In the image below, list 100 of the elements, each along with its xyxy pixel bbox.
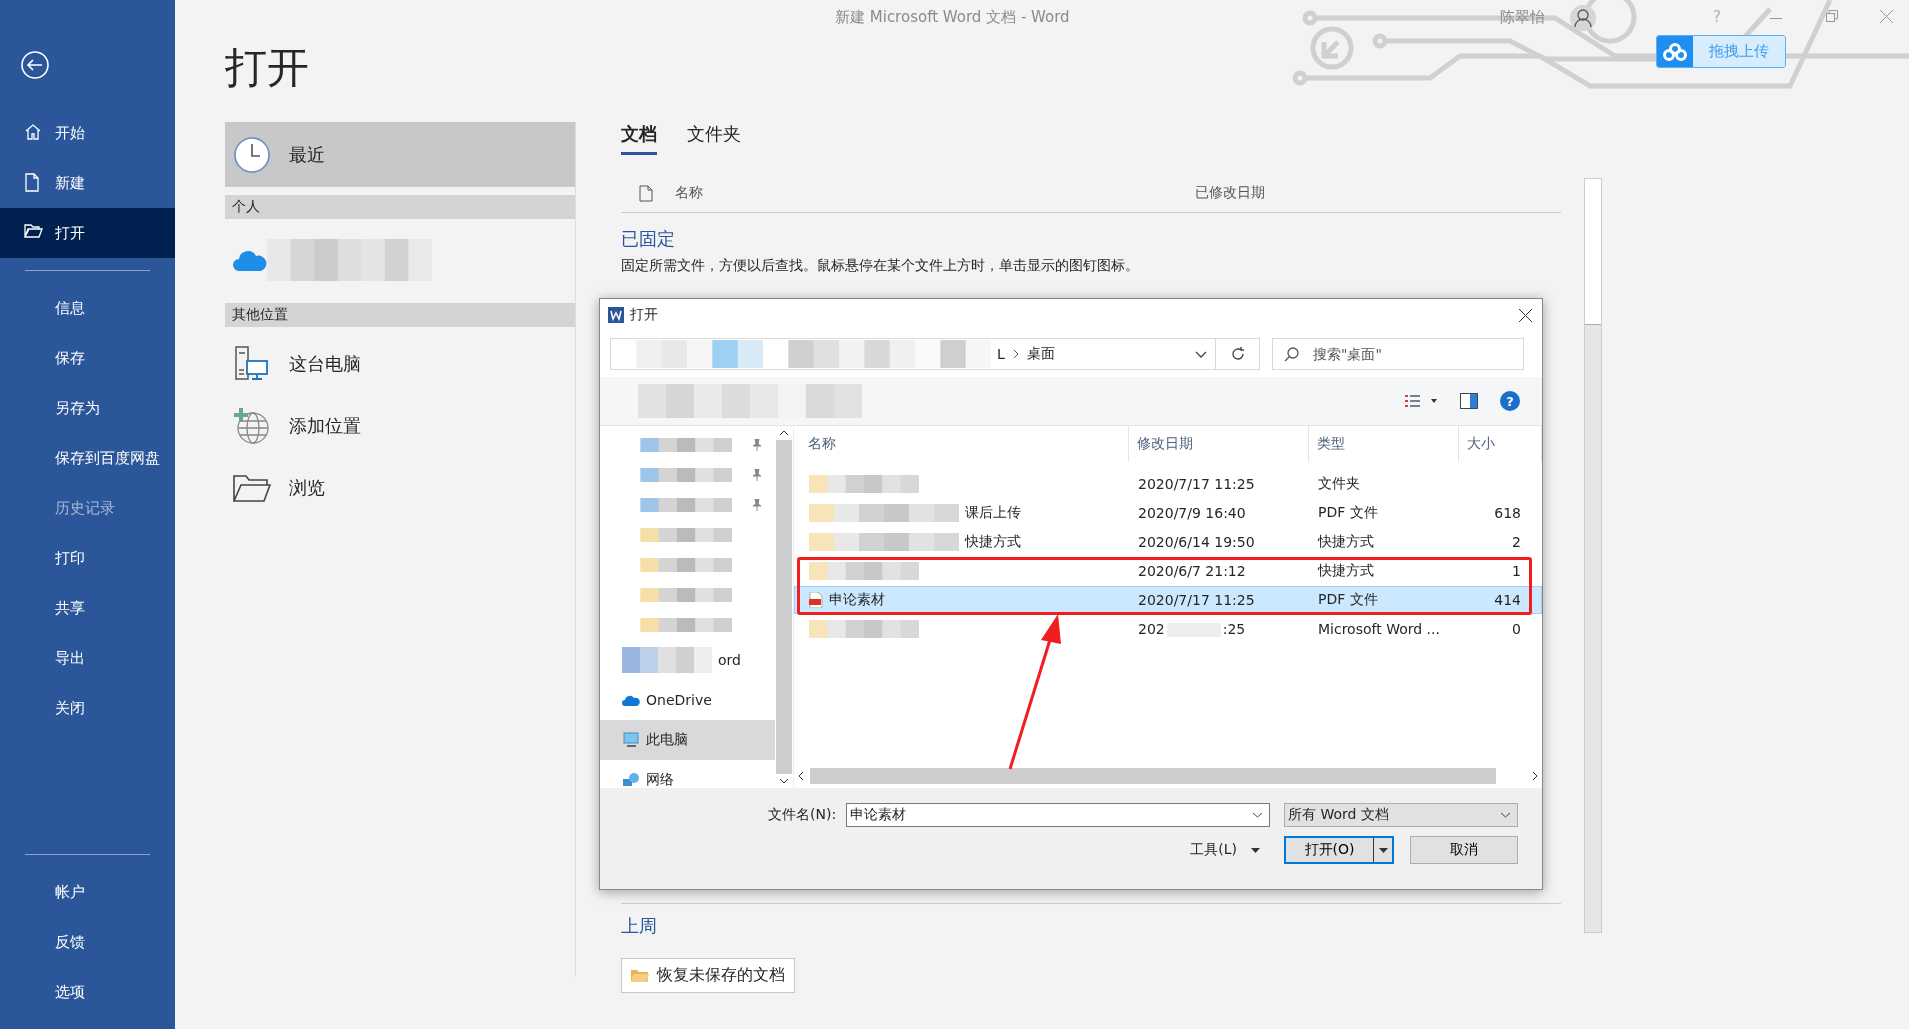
scroll-right-icon[interactable] xyxy=(1532,771,1538,781)
column-header[interactable]: 名称 xyxy=(794,426,1129,462)
column-header[interactable]: 名称 xyxy=(675,184,1195,202)
tab[interactable]: 文件夹 xyxy=(687,122,741,155)
nav-item[interactable]: OneDrive xyxy=(600,680,775,720)
location-item[interactable]: 添加位置 xyxy=(225,395,575,457)
section-header: 其他位置 xyxy=(225,303,575,327)
nav-item[interactable]: 网络 xyxy=(600,760,775,800)
file-name: 课后上传 xyxy=(965,504,1021,522)
add-globe-icon xyxy=(233,407,271,445)
sidebar-item[interactable]: 反馈 xyxy=(0,917,175,967)
refresh-button[interactable] xyxy=(1216,338,1260,370)
file-size: 1 xyxy=(1512,563,1521,579)
file-type-select[interactable]: 所有 Word 文档 xyxy=(1284,803,1518,827)
sidebar-item[interactable]: 开始 xyxy=(0,108,175,158)
file-type: PDF 文件 xyxy=(1318,504,1378,520)
chevron-right-icon xyxy=(1012,349,1019,359)
document-icon xyxy=(639,184,653,202)
back-icon[interactable] xyxy=(20,50,50,80)
file-type: 文件夹 xyxy=(1318,475,1360,491)
home-icon xyxy=(24,123,42,141)
column-header[interactable]: 大小 xyxy=(1459,426,1542,462)
file-row[interactable]: 课后上传 2020/7/9 16:40 PDF 文件 618 xyxy=(794,499,1542,527)
file-type: 快捷方式 xyxy=(1318,562,1374,578)
breadcrumb-item[interactable]: 桌面 xyxy=(1026,345,1055,363)
file-date: 2020/7/9 16:40 xyxy=(1138,505,1246,521)
location-item[interactable]: 这台电脑 xyxy=(225,333,575,395)
scroll-up-icon[interactable] xyxy=(779,430,789,436)
address-bar[interactable]: L 桌面 xyxy=(610,338,1216,370)
file-row[interactable]: 申论素材 2020/7/17 11:25 PDF 文件 414 xyxy=(794,586,1542,614)
cloud-icon[interactable] xyxy=(233,249,267,271)
window-title: 新建 Microsoft Word 文档 - Word xyxy=(835,8,1070,27)
location-item[interactable]: 最近 xyxy=(225,122,575,187)
file-name: 申论素材 xyxy=(829,591,885,609)
column-header[interactable]: 类型 xyxy=(1309,426,1459,462)
sidebar-item[interactable]: 导出 xyxy=(0,633,175,683)
field-label: 文件名(N): xyxy=(768,806,838,824)
scroll-left-icon[interactable] xyxy=(798,771,804,781)
file-name: 快捷方式 xyxy=(965,533,1021,551)
tools-menu[interactable]: 工具(L) xyxy=(1190,841,1260,859)
file-size: 2 xyxy=(1512,534,1521,550)
refresh-icon xyxy=(1229,346,1246,362)
word-icon xyxy=(608,307,624,323)
dialog-title: 打开 xyxy=(630,306,658,324)
open-button[interactable]: 打开(O) xyxy=(1284,836,1394,864)
sidebar-item[interactable]: 打印 xyxy=(0,533,175,583)
preview-pane-icon[interactable] xyxy=(1460,393,1478,409)
folder-icon xyxy=(233,473,271,503)
file-row[interactable]: 快捷方式 2020/6/14 19:50 快捷方式 2 xyxy=(794,528,1542,556)
network-icon xyxy=(622,772,640,788)
file-size: 0 xyxy=(1512,621,1521,637)
close-icon[interactable] xyxy=(1519,308,1532,322)
person-icon[interactable] xyxy=(1570,5,1596,31)
scrollbar[interactable] xyxy=(1584,178,1602,933)
view-options-icon[interactable] xyxy=(1404,394,1438,408)
chevron-down-icon xyxy=(1500,812,1511,818)
nav-item[interactable]: 此电脑 xyxy=(600,720,775,760)
file-name-field[interactable]: 申论素材 xyxy=(846,803,1270,827)
minimize-icon[interactable] xyxy=(1770,18,1782,20)
sidebar-item[interactable]: 保存到百度网盘 xyxy=(0,433,175,483)
section-title: 上周 xyxy=(621,903,1561,938)
file-type: PDF 文件 xyxy=(1318,591,1378,607)
restore-icon[interactable] xyxy=(1826,10,1838,22)
scroll-down-icon[interactable] xyxy=(779,778,789,784)
sidebar-item[interactable]: 新建 xyxy=(0,158,175,208)
pin-icon[interactable] xyxy=(753,439,761,451)
nav-item[interactable]: ord xyxy=(600,640,775,680)
file-size: 618 xyxy=(1494,505,1521,521)
document-icon xyxy=(24,173,40,192)
file-row[interactable]: 2020/7/17 11:25 文件夹 xyxy=(794,470,1542,498)
column-header[interactable]: 修改日期 xyxy=(1129,426,1309,462)
sidebar-item[interactable]: 关闭 xyxy=(0,683,175,733)
file-size: 414 xyxy=(1494,592,1521,608)
chevron-down-icon xyxy=(1252,812,1263,818)
location-item[interactable]: 浏览 xyxy=(225,457,575,519)
sidebar-item[interactable]: 选项 xyxy=(0,967,175,1017)
pin-icon[interactable] xyxy=(753,469,761,481)
sidebar-item[interactable]: 另存为 xyxy=(0,383,175,433)
file-date: 2020/7/17 11:25 xyxy=(1138,592,1255,608)
sidebar-item[interactable]: 帐户 xyxy=(0,867,175,917)
sidebar-item[interactable]: 信息 xyxy=(0,283,175,333)
file-row[interactable]: 202 :25 Microsoft Word ... 0 xyxy=(794,615,1542,643)
pin-icon[interactable] xyxy=(753,499,761,511)
file-row[interactable]: 2020/6/7 21:12 快捷方式 1 xyxy=(794,557,1542,585)
recover-button[interactable]: 恢复未保存的文档 xyxy=(621,958,795,993)
folder-icon xyxy=(24,223,43,239)
file-date: 2020/6/7 21:12 xyxy=(1138,563,1246,579)
cloud-icon xyxy=(1663,42,1687,61)
help-button[interactable]: ? xyxy=(1500,391,1520,411)
chevron-down-icon[interactable] xyxy=(1195,350,1207,358)
sidebar-item[interactable]: 保存 xyxy=(0,333,175,383)
sidebar-item[interactable]: 打开 xyxy=(0,208,175,258)
sidebar-item[interactable]: 共享 xyxy=(0,583,175,633)
search-field[interactable]: 搜索"桌面" xyxy=(1272,338,1524,370)
section-header: 个人 xyxy=(225,195,575,219)
page-title: 打开 xyxy=(225,42,309,94)
tab[interactable]: 文档 xyxy=(621,122,657,155)
column-header[interactable]: 已修改日期 xyxy=(1195,184,1265,202)
cancel-button[interactable]: 取消 xyxy=(1410,836,1518,864)
breadcrumb-item[interactable]: L xyxy=(997,346,1005,362)
